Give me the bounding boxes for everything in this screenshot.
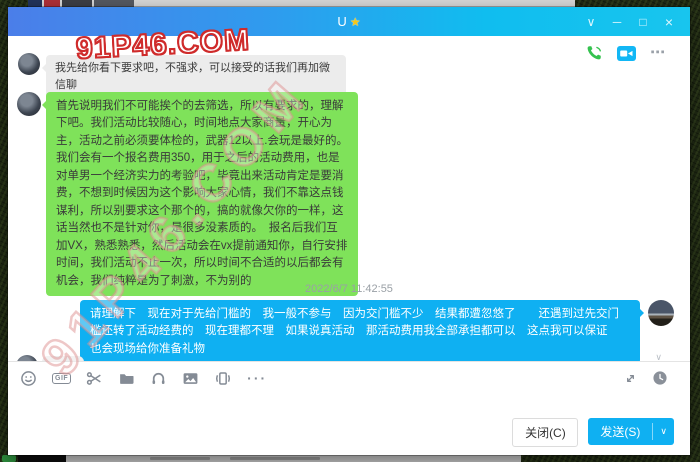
collapse-window-button[interactable]: ∨ xyxy=(578,7,604,36)
input-panel: GIF xyxy=(8,362,690,455)
file-folder-icon[interactable] xyxy=(118,370,135,387)
taskbar-fragment xyxy=(230,457,320,460)
chevron-down-icon[interactable]: ∨ xyxy=(655,352,662,361)
chat-history-clock-icon[interactable] xyxy=(652,370,668,386)
headset-icon[interactable] xyxy=(150,370,167,387)
screenshot-scissors-icon[interactable] xyxy=(86,370,103,387)
self-avatar[interactable] xyxy=(648,300,674,326)
send-button[interactable]: 发送(S) ∨ xyxy=(588,418,674,445)
expand-input-icon[interactable] xyxy=(623,371,638,386)
chat-message-sent: 请理解下 现在对于先给门槛的 我一般不参与 因为交门槛不少 结果都遭忽悠了 还遇… xyxy=(80,300,640,361)
message-list[interactable]: ⋯ 我先给你看下要求吧，不强求，可以接受的话我们再加微信聊 首先说明我们不可能挨… xyxy=(8,36,690,361)
chat-window: U ★ ∨ ─ □ × ⋯ xyxy=(8,7,690,455)
titlebar[interactable]: U ★ ∨ ─ □ × xyxy=(8,7,690,36)
window-shake-icon[interactable] xyxy=(214,370,232,387)
video-call-icon[interactable] xyxy=(617,46,636,61)
more-actions-icon[interactable]: ⋯ xyxy=(650,48,666,58)
voice-call-icon[interactable] xyxy=(585,44,603,62)
taskbar-icon xyxy=(2,455,16,462)
more-tools-icon[interactable]: ··· xyxy=(247,374,267,382)
star-icon: ★ xyxy=(350,15,361,29)
chat-message-received: 首先说明我们不可能挨个的去筛选，所以有要求的，理解下吧。我们活动比较随心，时间地… xyxy=(46,92,358,296)
gif-icon[interactable]: GIF xyxy=(52,373,71,384)
message-timestamp: 2022/6/7 11:42:55 xyxy=(8,283,690,295)
minimize-button[interactable]: ─ xyxy=(604,7,630,36)
close-button[interactable]: 关闭(C) xyxy=(512,418,578,447)
taskbar-fragment xyxy=(18,455,66,462)
send-options-chevron-icon[interactable]: ∨ xyxy=(653,418,674,445)
close-window-button[interactable]: × xyxy=(656,7,682,36)
window-title: U ★ xyxy=(337,14,360,29)
image-icon[interactable] xyxy=(182,370,199,387)
taskbar-fragment xyxy=(150,457,210,460)
emoji-icon[interactable] xyxy=(20,370,37,387)
send-button-label[interactable]: 发送(S) xyxy=(588,418,652,445)
maximize-button[interactable]: □ xyxy=(630,7,656,36)
